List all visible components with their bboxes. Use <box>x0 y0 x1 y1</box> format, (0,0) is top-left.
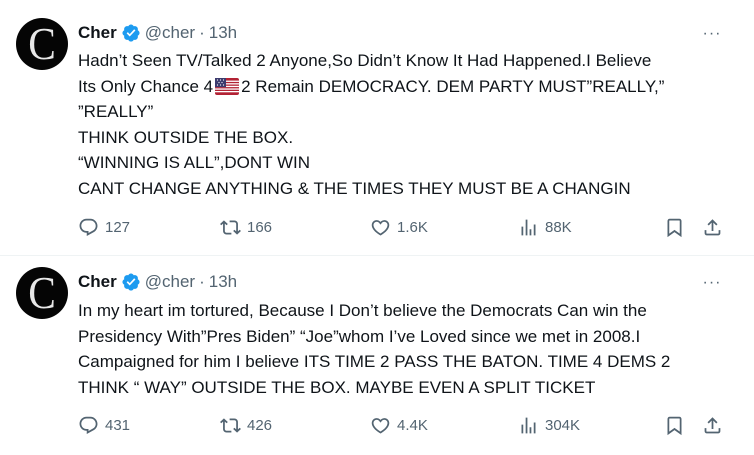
avatar[interactable]: C <box>16 267 68 319</box>
tweet-text-line: Campaigned for him I believe ITS TIME 2 … <box>78 352 671 371</box>
like-button[interactable]: 4.4K <box>370 414 428 436</box>
bookmark-button[interactable] <box>664 414 685 436</box>
tweet-actions: 127 166 1.6K 88K <box>78 216 728 238</box>
share-button[interactable] <box>702 216 723 238</box>
views-count: 88K <box>545 218 572 236</box>
separator-dot: · <box>199 23 205 42</box>
tweet-text-segment: 2 Remain DEMOCRACY. DEM PARTY MUST”REALL… <box>241 76 665 96</box>
repost-button[interactable]: 166 <box>220 216 272 238</box>
tweet[interactable]: C Cher @cher · 13h ··· Hadn’t Seen TV/Ta… <box>0 0 754 256</box>
like-button[interactable]: 1.6K <box>370 216 428 238</box>
separator-dot: · <box>199 272 205 291</box>
author-name[interactable]: Cher <box>78 23 117 43</box>
like-count: 1.6K <box>397 218 428 236</box>
reply-count: 127 <box>105 218 131 236</box>
repost-count: 166 <box>247 218 273 236</box>
tweet-text-line: “WINNING IS ALL”,DONT WIN <box>78 153 311 172</box>
reply-button[interactable]: 127 <box>78 216 130 238</box>
avatar[interactable]: C <box>16 18 68 70</box>
tweet-text-segment: Its Only Chance 4 <box>78 76 214 96</box>
views-icon <box>521 417 536 433</box>
share-icon <box>704 218 721 235</box>
views-button[interactable]: 304K <box>518 414 580 436</box>
tweet-text-line: Presidency With”Pres Biden” “Joe”whom I’… <box>78 326 641 346</box>
views-icon <box>521 219 536 235</box>
share-button[interactable] <box>702 414 723 436</box>
tweet-text-line: THINK “ WAY” OUTSIDE THE BOX. MAYBE EVEN… <box>78 377 596 397</box>
tweet-text-line: ”REALLY” <box>78 102 154 121</box>
reply-icon <box>79 218 98 236</box>
repost-icon <box>220 219 241 235</box>
timestamp[interactable]: 13h <box>209 23 237 43</box>
verified-badge-icon <box>122 273 140 291</box>
author-handle[interactable]: @cher <box>145 23 195 43</box>
tweet-text-line: Its Only Chance 4 2 Remain DEMOCRACY. DE… <box>78 74 738 100</box>
more-icon[interactable]: ··· <box>700 22 724 46</box>
tweet-text: Hadn’t Seen TV/Talked 2 Anyone,So Didn’t… <box>78 48 738 201</box>
tweet-actions: 431 426 4.4K 304K <box>78 414 728 436</box>
reply-icon <box>79 416 98 434</box>
more-icon[interactable]: ··· <box>700 271 724 295</box>
tweet-header: Cher @cher · 13h <box>78 270 237 294</box>
author-handle[interactable]: @cher <box>145 272 195 292</box>
views-button[interactable]: 88K <box>518 216 572 238</box>
avatar-logo: C <box>28 267 56 318</box>
tweet-text: In my heart im tortured, Because I Don’t… <box>78 298 738 400</box>
bookmark-button[interactable] <box>664 216 685 238</box>
views-count: 304K <box>545 416 581 434</box>
verified-badge-icon <box>122 24 140 42</box>
reply-count: 431 <box>105 416 131 434</box>
us-flag-icon <box>215 77 240 95</box>
author-name[interactable]: Cher <box>78 272 117 292</box>
tweet-text-line: CANT CHANGE ANYTHING & THE TIMES THEY MU… <box>78 178 631 198</box>
tweet-text-line: THINK OUTSIDE THE BOX. <box>78 127 294 147</box>
reply-button[interactable]: 431 <box>78 414 130 436</box>
timestamp[interactable]: 13h <box>209 272 237 292</box>
share-icon <box>704 416 721 433</box>
like-icon <box>371 417 390 434</box>
like-count: 4.4K <box>397 416 428 434</box>
avatar-logo: C <box>28 18 56 69</box>
tweet-text-line: Hadn’t Seen TV/Talked 2 Anyone,So Didn’t… <box>78 51 652 70</box>
repost-count: 426 <box>247 416 273 434</box>
repost-button[interactable]: 426 <box>220 414 272 436</box>
like-icon <box>371 219 390 236</box>
tweet-text-line: In my heart im tortured, Because I Don’t… <box>78 301 647 320</box>
repost-icon <box>220 417 241 433</box>
bookmark-icon <box>667 416 682 435</box>
tweet-header: Cher @cher · 13h <box>78 21 237 45</box>
tweet[interactable]: C Cher @cher · 13h ··· In my heart im to… <box>0 256 754 455</box>
bookmark-icon <box>667 218 682 237</box>
